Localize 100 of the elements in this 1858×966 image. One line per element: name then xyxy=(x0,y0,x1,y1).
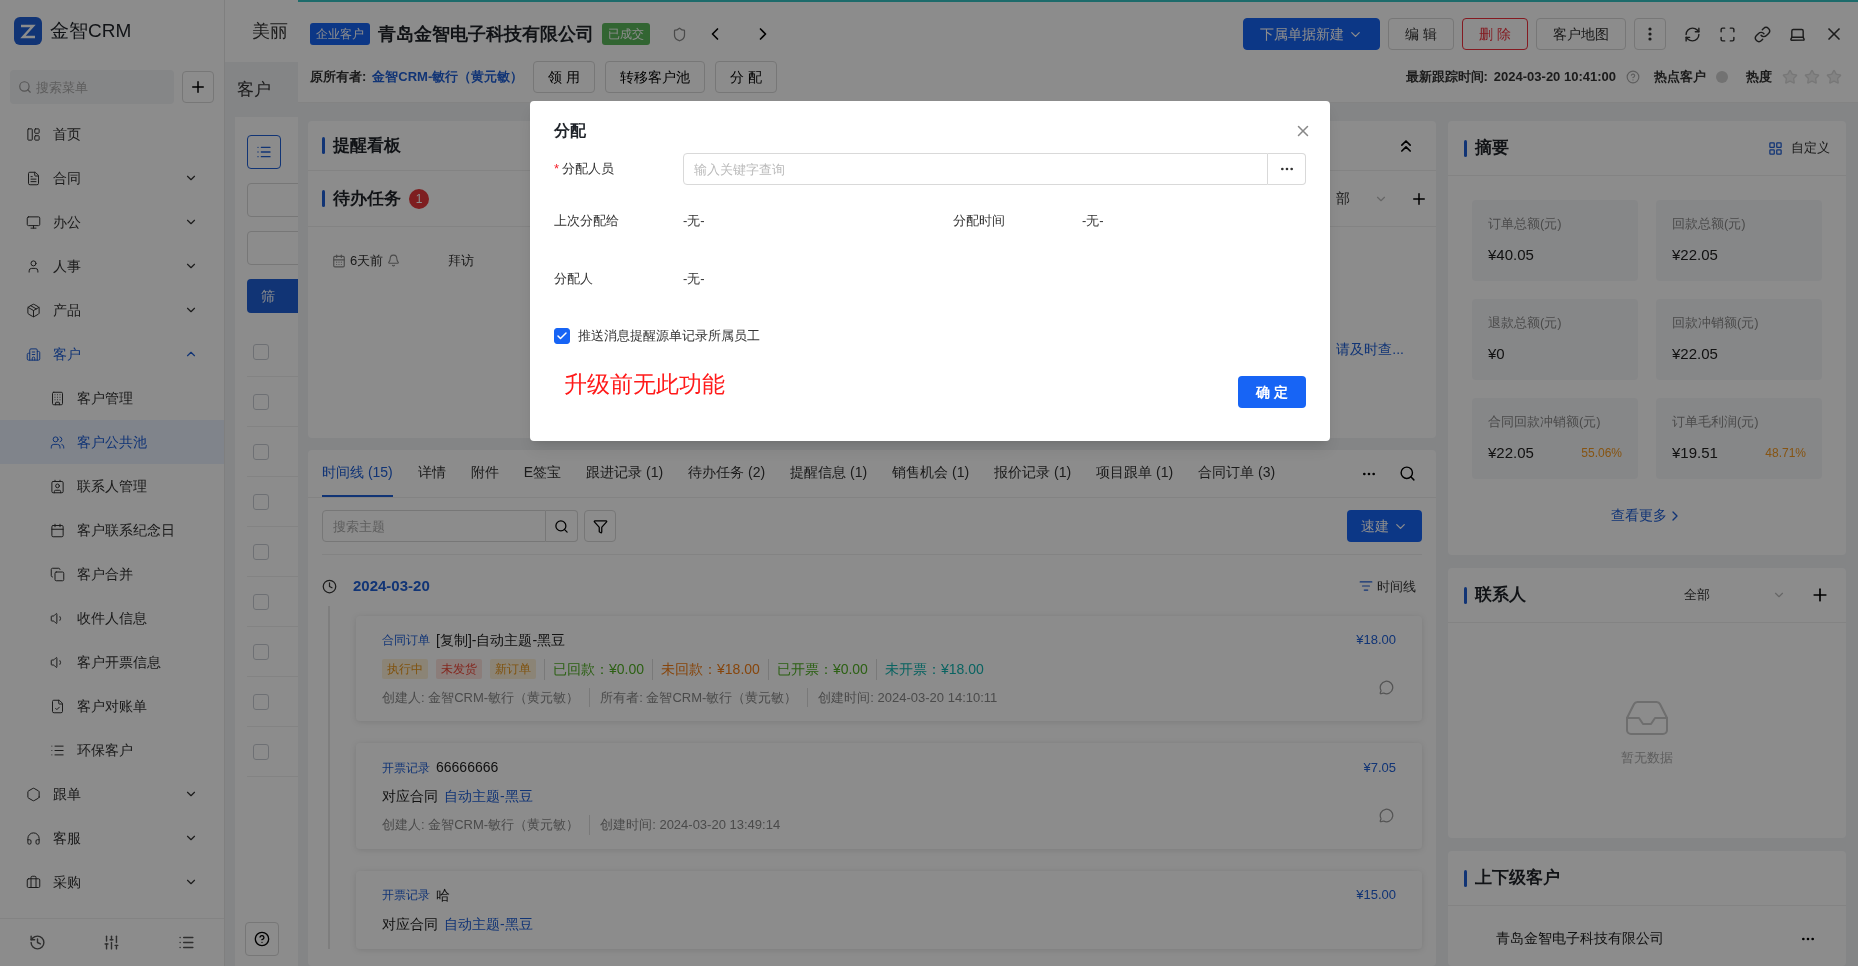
grid-icon[interactable] xyxy=(1768,140,1783,156)
section-title: 联系人 xyxy=(1475,584,1526,607)
nav-subitem[interactable]: 收件人信息 xyxy=(0,596,224,640)
owner-action-button[interactable]: 领 用 xyxy=(533,61,596,93)
filter-button[interactable] xyxy=(584,510,616,542)
stat-label: 退款总额(元) xyxy=(1488,314,1563,332)
hexagon-icon xyxy=(26,786,41,802)
clock-icon xyxy=(322,578,337,594)
owner-action-button[interactable]: 转移客户池 xyxy=(605,61,706,93)
filter-text: 部 xyxy=(1336,189,1350,208)
section-title: 摘要 xyxy=(1475,137,1509,160)
tab[interactable]: 提醒信息 (1) xyxy=(790,450,868,497)
bell-icon xyxy=(387,254,401,268)
status-badge: 已成交 xyxy=(602,23,650,45)
shield-icon[interactable] xyxy=(672,26,687,42)
search-icon[interactable] xyxy=(1399,465,1416,482)
owner-action-button[interactable]: 分 配 xyxy=(715,61,778,93)
assignee-field[interactable]: 输入关键字查询 xyxy=(683,153,1268,185)
add-button[interactable] xyxy=(182,71,214,103)
logo-icon xyxy=(14,17,42,45)
view-more-link[interactable]: 查看更多 xyxy=(1611,505,1667,526)
copy-icon xyxy=(50,566,65,582)
related-customer-name[interactable]: 青岛金智电子科技有限公司 xyxy=(1496,928,1800,949)
entry-amount: ¥7.05 xyxy=(1363,758,1396,777)
comment-icon[interactable] xyxy=(1379,680,1394,695)
stat-label: 回款总额(元) xyxy=(1672,215,1747,233)
stat-value: ¥0 xyxy=(1488,343,1505,364)
header-button[interactable]: 删 除 xyxy=(1462,18,1528,50)
nav-subitem[interactable]: 联系人管理 xyxy=(0,464,224,508)
nav-item[interactable]: 跟单 xyxy=(0,772,224,816)
header-button[interactable]: 编 辑 xyxy=(1388,18,1455,50)
stat-ratio: 48.71% xyxy=(1765,444,1806,462)
tab[interactable]: 详情 xyxy=(417,450,446,497)
filter-button[interactable]: 筛 xyxy=(247,279,298,313)
stat-value: ¥22.05 xyxy=(1488,442,1534,463)
headset-icon xyxy=(26,830,41,846)
nav-item[interactable]: 客服 xyxy=(0,816,224,860)
nav-item[interactable]: 采购 xyxy=(0,860,224,904)
collapse-menu-icon[interactable] xyxy=(178,934,196,951)
sliders-icon[interactable] xyxy=(103,934,121,951)
header-button[interactable]: 下属单据新建 xyxy=(1243,18,1381,50)
tab[interactable]: 跟进记录 (1) xyxy=(586,450,664,497)
nav-subitem[interactable]: 客户联系纪念日 xyxy=(0,508,224,552)
customize-link[interactable]: 自定义 xyxy=(1791,138,1830,158)
people-icon xyxy=(50,434,65,450)
nav-subitem[interactable]: 环保客户 xyxy=(0,728,224,772)
nav-subitem[interactable]: 客户对账单 xyxy=(0,684,224,728)
stat-value: ¥40.05 xyxy=(1488,244,1534,265)
entry-amount: ¥18.00 xyxy=(1356,631,1396,650)
tab[interactable]: 项目跟单 (1) xyxy=(1096,450,1174,497)
nav-item[interactable]: 产品 xyxy=(0,288,224,332)
customer-title: 青岛金智电子科技有限公司 xyxy=(378,22,594,46)
nav-subitem[interactable]: 客户合并 xyxy=(0,552,224,596)
nav-item[interactable]: 首页 xyxy=(0,112,224,156)
comment-icon[interactable] xyxy=(1379,807,1394,823)
hot-toggle[interactable] xyxy=(1716,71,1728,83)
task-link[interactable]: 请及时查... xyxy=(1336,338,1404,360)
nav-subitem[interactable]: 客户开票信息 xyxy=(0,640,224,684)
quick-create-button[interactable]: 速建 xyxy=(1347,510,1422,542)
contract-link[interactable]: 自动主题-黑豆 xyxy=(444,913,533,935)
nav-subitem[interactable]: 客户公共池 xyxy=(0,420,224,464)
link-icon[interactable] xyxy=(1754,25,1771,43)
list-view-button[interactable] xyxy=(247,135,281,169)
amount-stat: 未回款：¥18.00 xyxy=(652,658,760,680)
nav-item[interactable]: 合同 xyxy=(0,156,224,200)
search-button[interactable] xyxy=(546,510,578,542)
fullscreen-icon[interactable] xyxy=(1719,25,1736,43)
tab[interactable]: 时间线 (15) xyxy=(322,450,393,497)
required-mark: * xyxy=(554,160,560,179)
tab[interactable]: 报价记录 (1) xyxy=(994,450,1072,497)
tab[interactable]: E签宝 xyxy=(523,450,562,497)
annotation-text: 升级前无此功能 xyxy=(564,370,725,399)
nav-item[interactable]: 客户 xyxy=(0,332,224,376)
building-icon xyxy=(50,390,65,406)
nav-item[interactable]: 人事 xyxy=(0,244,224,288)
checkbox[interactable] xyxy=(554,327,570,344)
field-value: -无- xyxy=(683,212,705,230)
owner-link[interactable]: 金智CRM-敏行（黄元敏） xyxy=(372,67,524,87)
refresh-icon[interactable] xyxy=(1684,25,1701,43)
tab[interactable]: 合同订单 (3) xyxy=(1198,450,1276,497)
help-button[interactable] xyxy=(245,922,279,956)
task-time: 6天前 xyxy=(350,252,384,270)
nav-subitem[interactable]: 客户管理 xyxy=(0,376,224,420)
timeline-toggle[interactable]: 时间线 xyxy=(1377,576,1416,596)
confirm-button[interactable]: 确 定 xyxy=(1238,376,1306,408)
timeline-toggle-icon[interactable] xyxy=(1359,579,1373,594)
more-options-button[interactable] xyxy=(1634,18,1666,50)
tab[interactable]: 待办任务 (2) xyxy=(688,450,766,497)
amount-stat: 未开票：¥18.00 xyxy=(875,658,984,680)
funnel-icon xyxy=(592,518,608,534)
header-button[interactable]: 客户地图 xyxy=(1536,18,1626,50)
hot-customer-label: 热点客户 xyxy=(1654,68,1706,87)
help-icon xyxy=(254,931,270,947)
contract-link[interactable]: 自动主题-黑豆 xyxy=(444,786,533,807)
tab[interactable]: 附件 xyxy=(470,450,499,497)
contact-filter[interactable]: 全部 xyxy=(1684,585,1710,605)
heat-label: 热度 xyxy=(1746,68,1772,87)
history-icon[interactable] xyxy=(28,934,46,951)
nav-item[interactable]: 办公 xyxy=(0,200,224,244)
tab[interactable]: 销售机会 (1) xyxy=(892,450,970,497)
